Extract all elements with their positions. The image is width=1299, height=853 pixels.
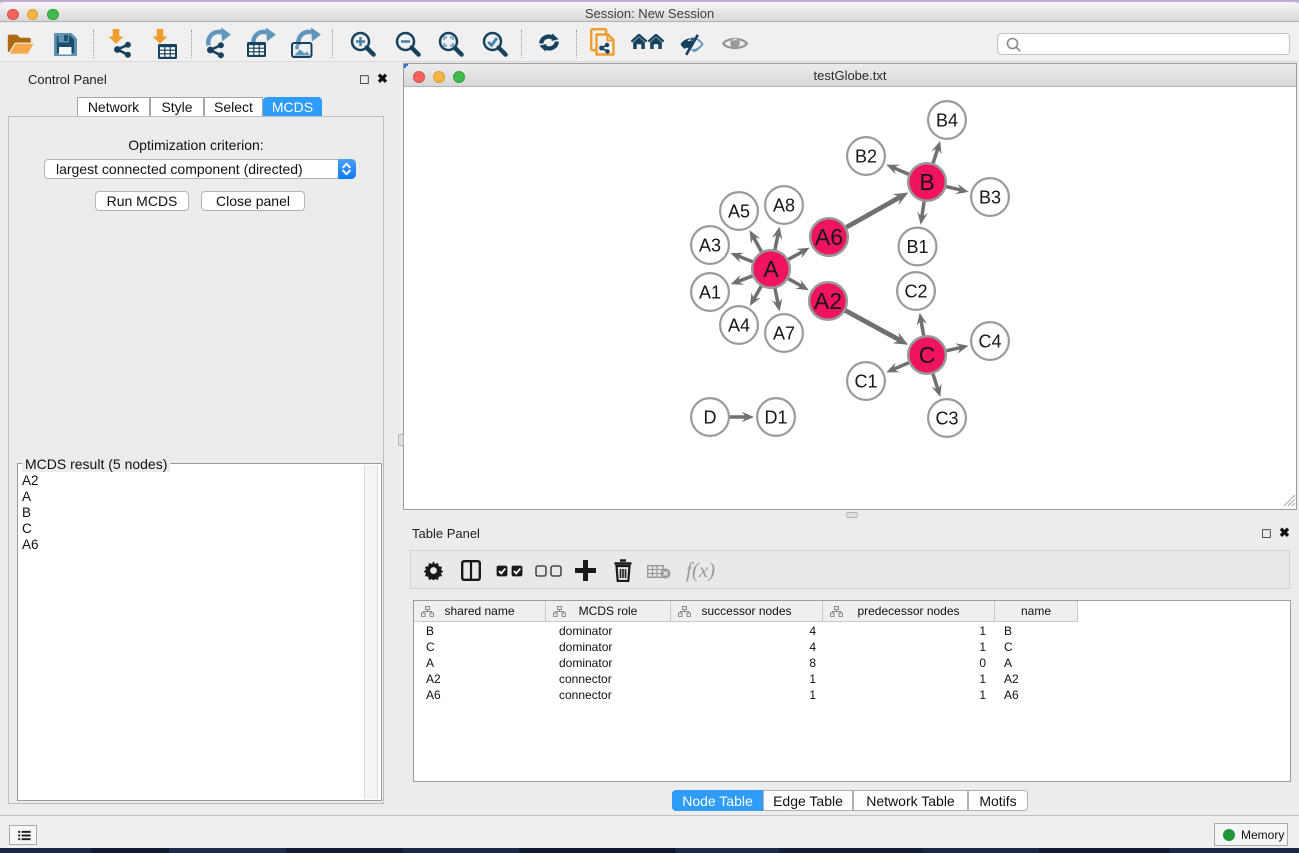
svg-text:C4: C4 [978, 332, 1001, 352]
svg-text:B2: B2 [855, 147, 877, 167]
svg-text:C1: C1 [854, 372, 877, 392]
svg-text:B1: B1 [906, 237, 928, 257]
svg-text:B: B [919, 169, 934, 195]
svg-text:A3: A3 [699, 236, 721, 256]
svg-text:A8: A8 [773, 196, 795, 216]
svg-text:A1: A1 [699, 283, 721, 303]
svg-text:C2: C2 [904, 282, 927, 302]
svg-text:A5: A5 [728, 202, 750, 222]
svg-text:A4: A4 [728, 316, 750, 336]
svg-text:B3: B3 [979, 188, 1001, 208]
svg-text:A2: A2 [814, 288, 842, 314]
svg-text:A6: A6 [815, 224, 843, 250]
svg-text:B4: B4 [936, 111, 958, 131]
svg-text:A: A [763, 256, 779, 282]
svg-text:D: D [704, 408, 717, 428]
svg-text:A7: A7 [773, 324, 795, 344]
svg-text:D1: D1 [764, 408, 787, 428]
svg-text:C3: C3 [935, 409, 958, 429]
svg-text:C: C [919, 342, 936, 368]
